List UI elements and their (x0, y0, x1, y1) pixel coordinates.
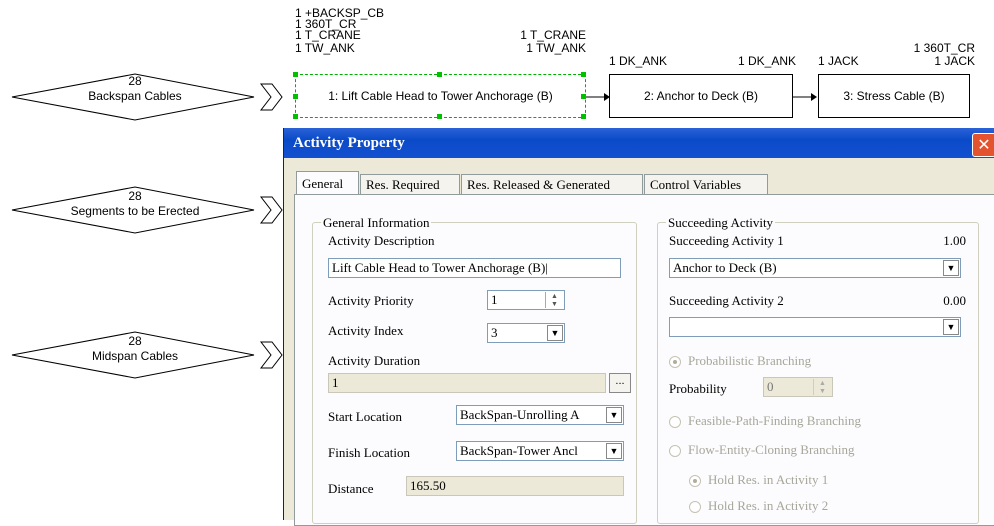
hold-res-2-radio[interactable] (689, 501, 701, 513)
selection-handle[interactable] (293, 94, 298, 99)
description-input[interactable]: Lift Cable Head to Tower Anchorage (B)| (328, 258, 621, 278)
succeeding-2-probability: 0.00 (943, 293, 966, 308)
hold-res-2-label: Hold Res. in Activity 2 (708, 498, 829, 513)
activity-node-label: 1: Lift Cable Head to Tower Anchorage (B… (328, 89, 553, 103)
chevron-down-icon[interactable]: ▼ (547, 325, 563, 341)
activity-node-label: 3: Stress Cable (B) (843, 89, 945, 103)
succeeding-2-label: Succeeding Activity 2 (669, 293, 784, 308)
diagram-canvas: 1 +BACKSP_CB 1 360T_CR 1 T_CRANE 1 TW_AN… (0, 0, 994, 128)
duration-browse-button[interactable]: ... (609, 373, 631, 393)
start-location-select[interactable]: BackSpan-Unrolling A ▼ (456, 405, 624, 425)
index-select[interactable]: 3 ▼ (487, 323, 565, 343)
succeeding-1-value: Anchor to Deck (B) (673, 260, 777, 275)
hold-res-1-label: Hold Res. in Activity 1 (708, 472, 829, 487)
finish-location-label: Finish Location (328, 445, 410, 460)
selection-handle[interactable] (437, 72, 442, 77)
succeeding-2-select[interactable]: ▼ (669, 317, 961, 337)
spinner-arrows-icon[interactable]: ▲ ▼ (545, 292, 563, 308)
activity-node-3[interactable]: 3: Stress Cable (B) (818, 74, 970, 118)
selection-handle[interactable] (293, 114, 298, 119)
tab-panel-general: General Information Activity Description… (294, 194, 994, 526)
succeeding-activity-group: Succeeding Activity Succeeding Activity … (657, 215, 979, 524)
activity-node-1[interactable]: 1: Lift Cable Head to Tower Anchorage (B… (295, 74, 586, 118)
tab-general[interactable]: General (296, 171, 359, 195)
probabilistic-branching-radio[interactable] (669, 356, 681, 368)
queue-count: 28 (128, 334, 142, 348)
dialog-title: Activity Property (293, 135, 405, 151)
activity-node-2[interactable]: 2: Anchor to Deck (B) (609, 74, 793, 118)
activity-node-label: 2: Anchor to Deck (B) (643, 89, 759, 103)
index-label: Activity Index (328, 323, 404, 338)
start-location-label: Start Location (328, 409, 403, 424)
queue-label: Segments to be Erected (70, 204, 200, 218)
probability-label: Probability (669, 381, 727, 396)
selection-handle[interactable] (437, 114, 442, 119)
probability-value: 0 (767, 379, 774, 394)
finish-location-select[interactable]: BackSpan-Tower Ancl ▼ (456, 441, 624, 461)
priority-value: 1 (491, 292, 498, 307)
spinner-arrows-icon[interactable]: ▲ ▼ (813, 379, 831, 395)
probabilistic-branching-label: Probabilistic Branching (688, 353, 812, 368)
group-title: Succeeding Activity (666, 215, 776, 231)
queue-count: 28 (128, 74, 142, 88)
chevron-down-icon[interactable]: ▼ (943, 260, 959, 276)
start-location-value: BackSpan-Unrolling A (460, 407, 580, 422)
succeeding-1-label: Succeeding Activity 1 (669, 233, 784, 248)
succeeding-1-select[interactable]: Anchor to Deck (B) ▼ (669, 258, 961, 278)
cloning-branching-label: Flow-Entity-Cloning Branching (688, 442, 855, 457)
selection-handle[interactable] (581, 72, 586, 77)
tab-res-required[interactable]: Res. Required (360, 174, 460, 194)
queue-count: 28 (128, 189, 142, 203)
hold-res-1-radio[interactable] (689, 475, 701, 487)
group-title: General Information (321, 215, 432, 231)
queue-shapes (11, 186, 283, 379)
selection-handle[interactable] (581, 94, 586, 99)
probability-spinner[interactable]: 0 ▲ ▼ (763, 377, 833, 397)
close-icon[interactable]: ✕ (972, 133, 994, 157)
queue-label: Backspan Cables (88, 89, 182, 103)
selection-handle[interactable] (293, 72, 298, 77)
general-info-group: General Information Activity Description… (312, 215, 637, 524)
duration-label: Activity Duration (328, 353, 421, 368)
selection-handle[interactable] (581, 114, 586, 119)
priority-spinner[interactable]: 1 ▲ ▼ (487, 290, 565, 310)
tab-control-variables[interactable]: Control Variables (644, 174, 768, 194)
finish-location-value: BackSpan-Tower Ancl (460, 443, 578, 458)
chevron-down-icon[interactable]: ▼ (606, 407, 622, 423)
chevron-down-icon[interactable]: ▼ (606, 443, 622, 459)
description-label: Activity Description (328, 233, 435, 248)
feasible-branching-radio[interactable] (669, 416, 681, 428)
succeeding-1-probability: 1.00 (943, 233, 966, 248)
tab-res-released[interactable]: Res. Released & Generated (461, 174, 643, 194)
index-value: 3 (491, 325, 498, 340)
queue-label: Midspan Cables (91, 349, 179, 363)
duration-input[interactable]: 1 (328, 373, 606, 393)
cloning-branching-radio[interactable] (669, 445, 681, 457)
feasible-branching-label: Feasible-Path-Finding Branching (688, 413, 861, 428)
distance-label: Distance (328, 481, 374, 496)
activity-property-dialog: Activity Property ✕ General Res. Require… (283, 128, 994, 526)
priority-label: Activity Priority (328, 293, 414, 308)
distance-field: 165.50 (406, 476, 624, 496)
dialog-titlebar[interactable]: Activity Property ✕ (284, 128, 994, 158)
chevron-down-icon[interactable]: ▼ (943, 319, 959, 335)
